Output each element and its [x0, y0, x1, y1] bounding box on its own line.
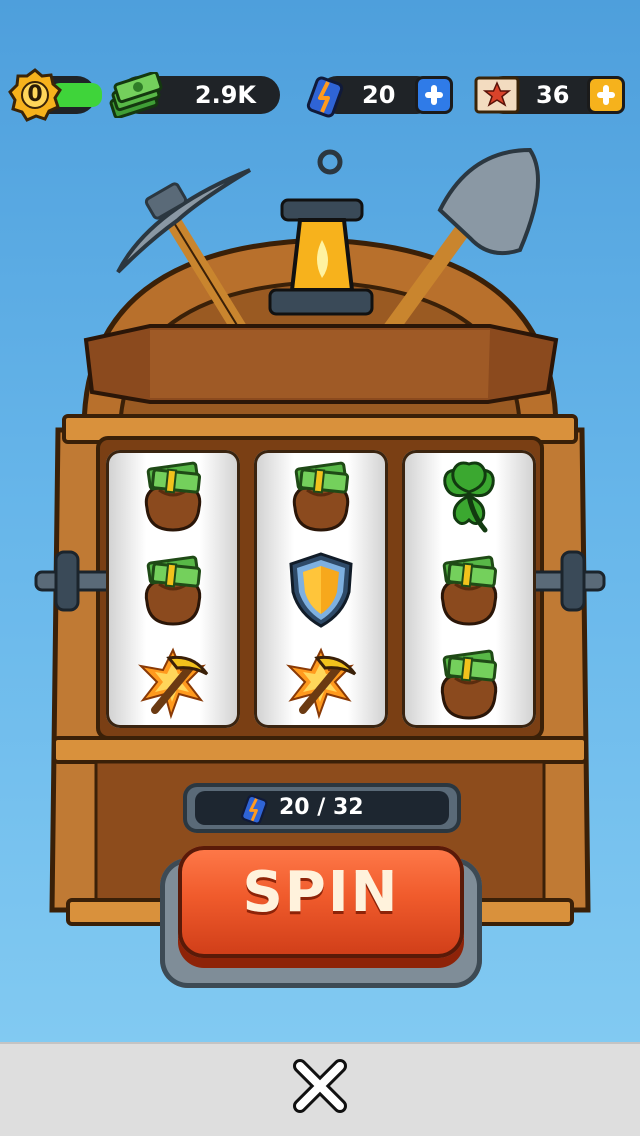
reel-1-symbol-money-bag-icon	[106, 544, 240, 636]
reel-2-symbol-pickaxe-icon	[254, 638, 388, 730]
spin-button[interactable]: SPIN	[178, 846, 464, 958]
reel-1	[106, 450, 240, 728]
add-tickets-button[interactable]	[587, 76, 625, 114]
level-value: 0	[27, 82, 43, 107]
reel-2-symbol-shield-icon	[254, 544, 388, 636]
close-button[interactable]	[286, 1052, 354, 1120]
spin-counter: 20 / 32	[183, 783, 461, 833]
reel-2-symbol-money-bag-icon	[254, 450, 388, 542]
close-icon	[293, 1059, 347, 1113]
level-badge-icon: 0	[8, 68, 62, 122]
reel-1-symbol-money-bag-icon	[106, 450, 240, 542]
reel-3-symbol-money-bag-icon	[402, 544, 536, 636]
cash-stack-icon	[108, 70, 164, 120]
add-spins-button[interactable]	[415, 76, 453, 114]
spins-value: 20	[362, 81, 396, 109]
bottom-bar	[0, 1042, 640, 1136]
spin-button-label: SPIN	[242, 860, 400, 925]
tickets-value: 36	[536, 81, 570, 109]
spin-ticket-icon	[306, 74, 346, 118]
reel-3-symbol-money-bag-icon	[402, 638, 536, 730]
reel-3	[402, 450, 536, 728]
reel-3-symbol-clover-icon	[402, 450, 536, 542]
spin-ticket-icon	[241, 794, 268, 825]
top-bar: 0 2.9K 20 36	[0, 60, 640, 130]
cash-value: 2.9K	[194, 81, 256, 109]
reel-2	[254, 450, 388, 728]
reel-1-symbol-pickaxe-icon	[106, 638, 240, 730]
star-ticket-icon	[472, 74, 522, 116]
spin-counter-text: 20 / 32	[279, 795, 364, 820]
